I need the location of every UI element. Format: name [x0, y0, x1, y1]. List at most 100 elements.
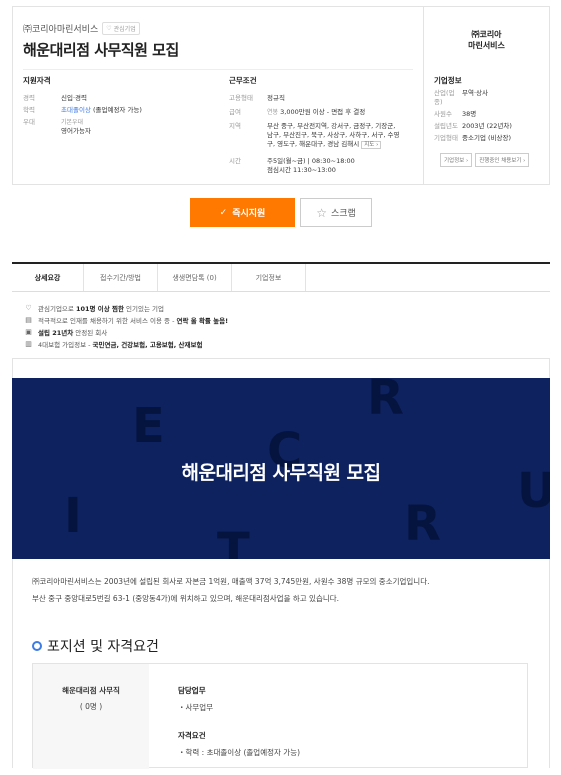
qual-row-preference: 우대 기본우대 영어가능자	[23, 118, 223, 136]
qual-row-education: 학력 초대졸이상 (졸업예정자 가능)	[23, 106, 223, 115]
qual-value: 초대졸이상	[61, 106, 91, 114]
cond-row-area: 지역 부산 중구, 부산전지역, 강서구, 금정구, 기장군, 남구, 부산진구…	[229, 122, 419, 150]
banner-letter: T	[217, 523, 250, 559]
heart-icon: ♡	[106, 25, 112, 32]
info-key: 산업(업종)	[434, 89, 455, 106]
qual-note: (졸업예정자 가능)	[90, 106, 142, 114]
company-info-row: 설립년도 2003년 (22년차)	[434, 122, 512, 131]
company-info-list: 산업(업종) 무역·상사 사원수 38명 설립년도 2003년 (22년차) 기업형태…	[434, 89, 512, 146]
map-button[interactable]: 지도 ›	[361, 141, 382, 149]
favorite-label: 관심기업	[113, 26, 136, 33]
intro-line: 부산 중구 중앙대로5번길 63-1 (중앙동4가)에 위치하고 있으며, 해운…	[32, 594, 340, 603]
banner-letter: R	[404, 496, 441, 552]
megaphone-icon: ▤	[25, 315, 32, 324]
scrap-button[interactable]: ☆ 스크랩	[300, 198, 372, 227]
tab-interview-talk[interactable]: 생생면담톡 (0)	[158, 264, 232, 291]
info-key: 사원수	[434, 110, 452, 118]
info-value: 2003년 (22년차)	[462, 122, 512, 130]
qual-key: 우대	[23, 118, 35, 126]
star-icon: ☆	[316, 205, 327, 220]
circle-bullet-icon	[32, 641, 42, 651]
cond-key: 고용형태	[229, 94, 253, 102]
cond-row-time: 시간 주5일(월~금) | 08:30~18:00 점심시간 11:30~13:…	[229, 157, 419, 175]
requirement-value: ・학력 : 초대졸이상 (졸업예정자 가능)	[178, 748, 301, 757]
cond-value: 정규직	[267, 94, 285, 102]
banner-letter: E	[132, 398, 165, 454]
intro-line: ㈜코리아마린서비스는 2003년에 설립된 회사로 자본금 1억원, 매출액 3…	[32, 577, 430, 586]
conditions-column: 근무조건 고용형태 정규직 급여 연봉 3,000만원 이상 - 면접 후 결정…	[229, 75, 419, 178]
position-detail-cell: 담당업무 ・사무업무 자격요건 ・학력 : 초대졸이상 (졸업예정자 가능)	[178, 685, 300, 775]
favorite-company-button[interactable]: ♡ 관심기업	[102, 22, 140, 35]
company-row: ㈜코리아마린서비스 ♡ 관심기업	[23, 22, 140, 35]
building-icon: ▣	[25, 327, 32, 336]
logo-line: 마린서비스	[468, 41, 505, 50]
qual-sublabel: 기본우대	[61, 119, 84, 126]
cond-value: 점심시간 11:30~13:00	[267, 166, 336, 174]
section-title: 포지션 및 자격요건	[47, 639, 159, 655]
company-info-row: 사원수 38명	[434, 110, 512, 119]
logo-line: ㈜코리아	[471, 30, 502, 39]
company-buttons: 기업정보 › 진행중인 채용보기 ›	[440, 153, 530, 167]
banner-letter: R	[367, 378, 404, 426]
info-value: 중소기업 (비상장)	[462, 134, 511, 142]
info-value: 38명	[462, 110, 477, 118]
company-info-heading: 기업정보	[434, 76, 462, 85]
position-name: 해운대리점 사무직	[62, 686, 120, 695]
cond-key: 급여	[229, 108, 241, 116]
qualification-heading: 지원자격	[23, 76, 51, 85]
job-summary-main: ㈜코리아마린서비스 ♡ 관심기업 해운대리점 사무직원 모집 지원자격 경력 신…	[13, 7, 423, 184]
requirement-heading: 자격요건	[178, 731, 206, 740]
scrap-label: 스크랩	[330, 209, 356, 219]
job-summary-card: ㈜코리아마린서비스 ♡ 관심기업 해운대리점 사무직원 모집 지원자격 경력 신…	[12, 6, 550, 185]
highlight-item: ▤ 적극적으로 인재를 채용하기 위한 서비스 이용 중 - 연락 올 확률 높…	[25, 315, 229, 325]
cond-key: 시간	[229, 157, 241, 165]
company-logo[interactable]: ㈜코리아 마린서비스	[424, 29, 549, 51]
company-highlights: ♡ 관심기업으로 101명 이상 찜한 인기있는 기업 ▤ 적극적으로 인재를 …	[24, 302, 228, 350]
company-info-row: 산업(업종) 무역·상사	[434, 89, 512, 107]
detail-tabs: 상세요강 접수기간/방법 생생면담톡 (0) 기업정보	[12, 262, 550, 292]
info-key: 기업형태	[434, 134, 458, 142]
pay-prefix: 연봉	[267, 109, 279, 116]
tab-application[interactable]: 접수기간/방법	[84, 264, 158, 291]
cond-value: 3,000만원 이상 - 면접 후 결정	[280, 108, 366, 116]
duty-value: ・사무업무	[178, 703, 214, 712]
section-heading: 포지션 및 자격요건	[32, 636, 159, 656]
apply-now-button[interactable]: ✓ 즉시지원	[190, 198, 295, 227]
cond-key: 지역	[229, 122, 241, 130]
qual-key: 학력	[23, 106, 35, 114]
apply-label: 즉시지원	[232, 209, 266, 219]
qualification-column: 지원자격 경력 신입·경력 학력 초대졸이상 (졸업예정자 가능) 우대 기본우…	[23, 75, 223, 139]
highlight-item: ♡ 관심기업으로 101명 이상 찜한 인기있는 기업	[25, 303, 164, 313]
info-value: 무역·상사	[462, 89, 488, 97]
check-icon: ✓	[219, 207, 228, 218]
highlight-item: ▣ 설립 21년차 안정된 회사	[25, 327, 108, 337]
info-key: 설립년도	[434, 122, 458, 130]
company-info-button[interactable]: 기업정보 ›	[440, 153, 473, 167]
qual-key: 경력	[23, 94, 35, 102]
highlight-item: ▥ 4대보험 가입정보 - 국민연금, 건강보험, 고용보험, 산재보험	[25, 339, 203, 349]
duty-heading: 담당업무	[178, 686, 206, 695]
heart-icon: ♡	[25, 303, 32, 312]
cond-row-type: 고용형태 정규직	[229, 94, 419, 103]
qual-row-career: 경력 신입·경력	[23, 94, 223, 103]
insurance-icon: ▥	[25, 339, 32, 348]
position-table: 해운대리점 사무직 ( 0명 ) 담당업무 ・사무업무 자격요건 ・학력 : 초…	[32, 663, 528, 769]
position-count: ( 0명 )	[79, 702, 103, 711]
banner-title: 해운대리점 사무직원 모집	[181, 462, 381, 484]
qual-value: 영어가능자	[61, 127, 91, 135]
conditions-heading: 근무조건	[229, 76, 257, 85]
company-name[interactable]: ㈜코리아마린서비스	[23, 22, 98, 35]
map-label: 지도	[364, 142, 375, 148]
tab-details[interactable]: 상세요강	[12, 264, 84, 291]
tab-company-info[interactable]: 기업정보	[232, 264, 306, 291]
job-title: 해운대리점 사무직원 모집	[23, 41, 179, 59]
banner-letter: I	[64, 488, 82, 544]
ongoing-jobs-button[interactable]: 진행중인 채용보기 ›	[475, 153, 530, 167]
qual-value: 신입·경력	[61, 94, 87, 102]
company-side-panel: ㈜코리아 마린서비스 기업정보 산업(업종) 무역·상사 사원수 38명 설립년도 2…	[423, 7, 549, 184]
company-info-row: 기업형태 중소기업 (비상장)	[434, 134, 512, 143]
cond-row-pay: 급여 연봉 3,000만원 이상 - 면접 후 결정	[229, 108, 419, 117]
recruit-banner: E R C R U I T 해운대리점 사무직원 모집	[12, 378, 550, 559]
position-header-cell: 해운대리점 사무직 ( 0명 )	[33, 664, 149, 769]
cond-value: 주5일(월~금) | 08:30~18:00	[267, 157, 355, 165]
